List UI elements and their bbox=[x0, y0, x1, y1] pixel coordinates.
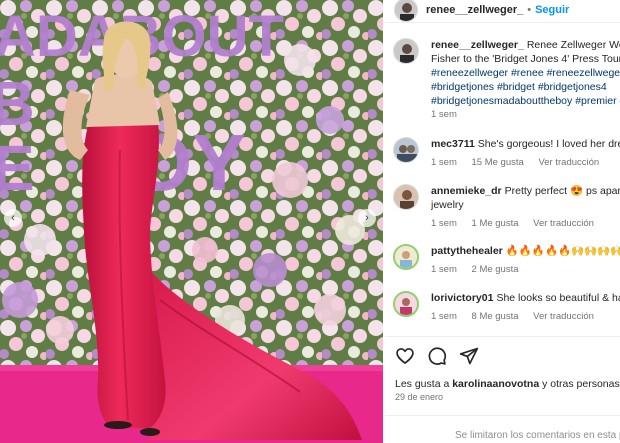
comment-time[interactable]: 1 sem bbox=[431, 264, 457, 275]
comment-meta: 1 sem 2 Me gusta bbox=[431, 264, 531, 275]
comment-likes[interactable]: 8 Me gusta bbox=[472, 311, 519, 322]
comment-meta: 1 sem 1 Me gusta Ver traducción bbox=[431, 218, 606, 229]
caption-text-line1: Renee Zellweger Welco bbox=[526, 39, 620, 51]
chevron-left-icon: ‹ bbox=[11, 212, 15, 224]
comment-text: Pretty perfect 😍 ps apart f bbox=[504, 185, 620, 197]
header-divider bbox=[385, 22, 620, 23]
comment-username[interactable]: mec3711 bbox=[431, 138, 475, 150]
likes-others[interactable]: y otras personas bbox=[542, 378, 620, 390]
caption-hashtags-3[interactable]: #bridgetjonesmadabouttheboy #premier # bbox=[431, 94, 620, 108]
comment-text: She looks so beautiful & happ bbox=[496, 292, 620, 304]
commenter-avatar[interactable] bbox=[393, 291, 419, 317]
comment-body: pattythehealer 🔥🔥🔥🔥🔥🙌🙌🙌🙌 bbox=[431, 244, 620, 258]
like-button[interactable] bbox=[395, 346, 415, 368]
photo-illustration: ADABOUT B E OY bbox=[0, 0, 383, 443]
translate-button[interactable]: Ver traducción bbox=[533, 311, 594, 322]
likes-prefix: Les gusta a bbox=[395, 378, 450, 390]
author-username[interactable]: renee__zellweger_ bbox=[426, 4, 523, 16]
commenter-avatar[interactable] bbox=[393, 184, 419, 210]
comment-text: 🔥🔥🔥🔥🔥🙌🙌🙌🙌 bbox=[505, 245, 620, 257]
previous-photo-button[interactable]: ‹ bbox=[4, 209, 22, 227]
separator-dot: • bbox=[527, 4, 532, 16]
next-photo-button[interactable]: › bbox=[358, 209, 376, 227]
svg-text:B: B bbox=[0, 70, 35, 139]
commenter-avatar[interactable] bbox=[393, 244, 419, 270]
caption-avatar[interactable] bbox=[393, 38, 419, 64]
comment-time[interactable]: 1 sem bbox=[431, 218, 457, 229]
comment-likes[interactable]: 1 Me gusta bbox=[472, 218, 519, 229]
follow-button[interactable]: Seguir bbox=[535, 4, 569, 16]
comment-time[interactable]: 1 sem bbox=[431, 157, 457, 168]
commenter-avatar[interactable] bbox=[393, 137, 419, 163]
chevron-right-icon: › bbox=[365, 212, 369, 224]
translate-button[interactable]: Ver traducción bbox=[533, 218, 594, 229]
comment-meta: 1 sem 15 Me gusta Ver traducción bbox=[431, 157, 611, 168]
caption-hashtags-2[interactable]: #bridgetjones #bridget #bridgetjones4 bbox=[431, 80, 620, 94]
comment-icon bbox=[428, 347, 447, 365]
comment-username[interactable]: annemieke_dr bbox=[431, 185, 502, 197]
caption-hashtags-1[interactable]: #reneezellweger #renee #reneezellweger # bbox=[431, 66, 620, 80]
translate-button[interactable]: Ver traducción bbox=[538, 157, 599, 168]
share-button[interactable] bbox=[459, 346, 479, 368]
comment-likes[interactable]: 15 Me gusta bbox=[472, 157, 524, 168]
comment-text-line2: jewelry bbox=[431, 199, 464, 211]
comment-body: annemieke_dr Pretty perfect 😍 ps apart f … bbox=[431, 184, 620, 212]
comment-meta: 1 sem 8 Me gusta Ver traducción bbox=[431, 311, 606, 322]
comment-text: She's gorgeous! I loved her dress bbox=[477, 138, 620, 150]
caption-meta: 1 sem bbox=[431, 109, 469, 120]
comment-username[interactable]: pattythehealer bbox=[431, 245, 503, 257]
footer-divider bbox=[385, 415, 620, 416]
heart-icon bbox=[396, 348, 414, 364]
caption-username[interactable]: renee__zellweger_ bbox=[431, 39, 524, 51]
actions-divider bbox=[385, 336, 620, 337]
comment-likes[interactable]: 2 Me gusta bbox=[472, 264, 519, 275]
post-date[interactable]: 29 de enero bbox=[395, 392, 443, 402]
post-actions bbox=[395, 346, 479, 368]
likes-summary: Les gusta a karolinaanovotna y otras per… bbox=[395, 378, 620, 390]
comment-body: lorivictory01She looks so beautiful & ha… bbox=[431, 291, 620, 305]
post-photo[interactable]: ADABOUT B E OY bbox=[0, 0, 383, 443]
comments-limited-notice: Se limitaron los comentarios en esta p bbox=[455, 430, 620, 441]
post-details-panel: renee__zellweger_ • Seguir renee__zellwe… bbox=[385, 0, 620, 443]
comment-button[interactable] bbox=[427, 346, 447, 368]
post-header: renee__zellweger_ • Seguir bbox=[385, 0, 620, 22]
author-avatar[interactable] bbox=[394, 0, 418, 22]
svg-text:E: E bbox=[0, 132, 35, 204]
caption-text-line2: Fisher to the 'Bridget Jones 4' Press To… bbox=[431, 53, 620, 65]
comment-body: mec3711 She's gorgeous! I loved her dress bbox=[431, 137, 620, 151]
caption-time[interactable]: 1 sem bbox=[431, 109, 457, 120]
liker-username[interactable]: karolinaanovotna bbox=[452, 378, 539, 390]
share-icon bbox=[459, 347, 479, 365]
comment-time[interactable]: 1 sem bbox=[431, 311, 457, 322]
comment-username[interactable]: lorivictory01 bbox=[431, 292, 493, 304]
caption-body: renee__zellweger_Renee Zellweger Welco F… bbox=[431, 38, 620, 108]
